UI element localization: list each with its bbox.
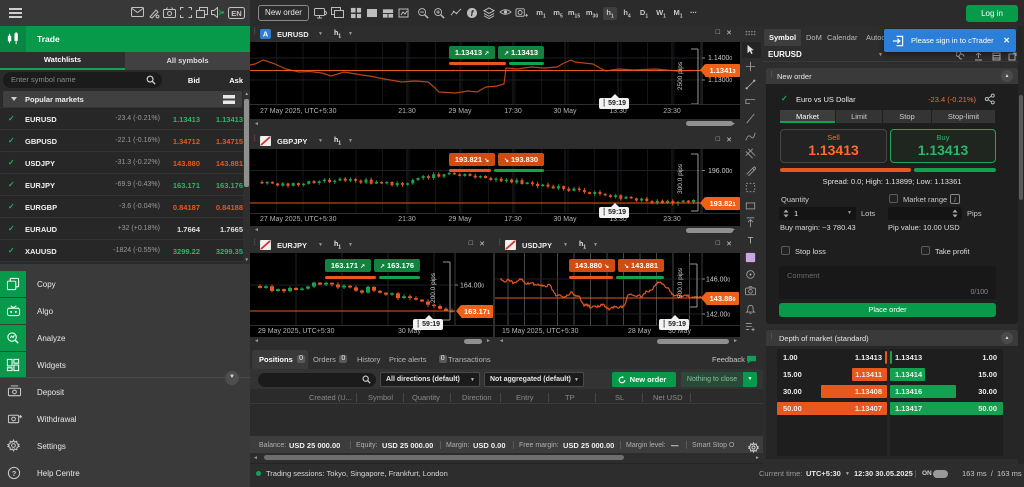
svg-text:T: T — [748, 236, 754, 246]
svg-text:196.000: 196.000 — [708, 168, 732, 175]
svg-text:1.13000: 1.13000 — [708, 77, 732, 84]
svg-text:200.0 pips: 200.0 pips — [430, 272, 437, 303]
svg-text:164.000: 164.000 — [460, 283, 484, 290]
svg-text:A: A — [263, 29, 269, 38]
svg-text:?: ? — [12, 469, 17, 478]
svg-text:146.000: 146.000 — [706, 277, 730, 284]
svg-text:500.0 pips: 500.0 pips — [677, 267, 684, 298]
svg-text:EN: EN — [231, 9, 241, 18]
svg-text:1.14000: 1.14000 — [708, 55, 732, 62]
svg-text:2500 pips: 2500 pips — [677, 61, 684, 90]
svg-text:300.0 pips: 300.0 pips — [677, 163, 684, 194]
svg-text:142.000: 142.000 — [706, 312, 730, 319]
